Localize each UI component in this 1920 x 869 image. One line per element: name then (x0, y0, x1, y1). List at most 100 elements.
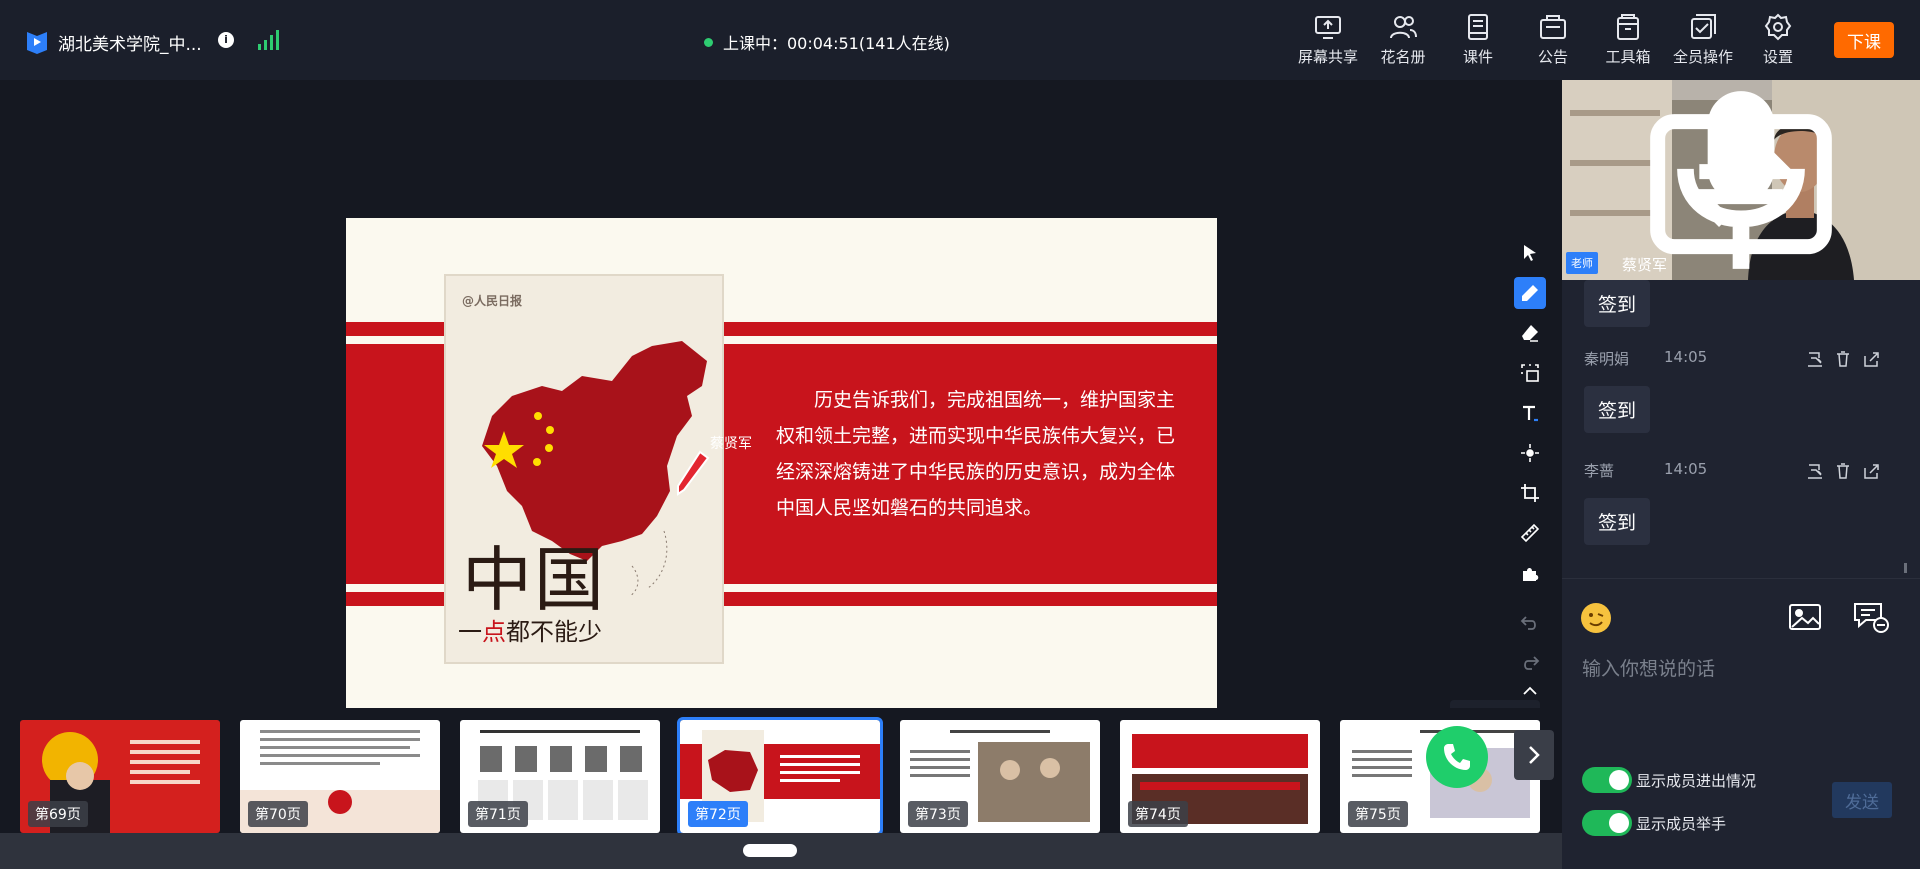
slide-thumbnail-active[interactable]: 第72页 (677, 717, 883, 836)
selection-crop-icon (1521, 364, 1539, 382)
slide-thumbnail-strip[interactable]: 第69页 第70页 第71页 第72页 第73页 第74页 第75页 (0, 708, 1562, 836)
pen-tool-button[interactable] (1514, 277, 1546, 309)
whiteboard-stage[interactable]: @人民日报 中国 一点都不能少 历史告诉我们，完成祖国统一，维护国家主权和领土完… (0, 80, 1562, 776)
chat-message-bubble: 签到 (1584, 498, 1651, 545)
redo-icon (1524, 656, 1540, 670)
share-icon[interactable] (1862, 462, 1880, 480)
current-slide: @人民日报 中国 一点都不能少 历史告诉我们，完成祖国统一，维护国家主权和领土完… (346, 218, 1217, 708)
chat-scrollbar[interactable] (1904, 563, 1907, 573)
plugin-tool-button[interactable] (1514, 557, 1546, 589)
all-members-icon (1691, 14, 1716, 39)
show-hand-raise-toggle[interactable] (1582, 810, 1632, 836)
slide-thumbnail[interactable]: 第74页 (1120, 720, 1320, 833)
bottom-bar (0, 833, 1562, 869)
eraser-tool-button[interactable] (1514, 317, 1546, 349)
chat-list[interactable]: 签到 秦明娟 14:05 签到 李蔷 14:05 签到 (1562, 280, 1920, 580)
laser-tool-button[interactable] (1514, 437, 1546, 469)
select-icon (1524, 245, 1536, 261)
annotation-toolbar (1510, 237, 1550, 707)
thumbnail-label: 第72页 (688, 801, 748, 827)
text-tool-button[interactable] (1514, 397, 1546, 429)
slide-body-text: 历史告诉我们，完成祖国统一，维护国家主权和领土完整，进而实现中华民族伟大复兴，已… (776, 389, 1176, 519)
ruler-tool-button[interactable] (1514, 517, 1546, 549)
thumbnail-label: 第69页 (28, 801, 88, 827)
slide-thumbnail[interactable]: 第71页 (460, 720, 660, 833)
slide-thumbnail[interactable]: 第73页 (900, 720, 1100, 833)
toggle-label-hand: 显示成员举手 (1636, 815, 1727, 833)
thumbnail-label: 第73页 (908, 801, 968, 827)
chevron-right-icon (1529, 746, 1540, 764)
trash-icon[interactable] (1834, 350, 1852, 368)
courseware-icon (1468, 14, 1488, 40)
chat-message-bubble: 签到 (1584, 280, 1651, 327)
chat-time: 14:05 (1664, 460, 1708, 478)
emoji-icon[interactable] (1580, 602, 1612, 634)
chat-sender-name: 李蔷 (1584, 462, 1615, 480)
select-tool-button[interactable] (1514, 237, 1546, 269)
send-button[interactable]: 发送 (1832, 782, 1892, 818)
class-title: 湖北美术学院_中... (58, 35, 202, 55)
show-member-join-toggle[interactable] (1582, 767, 1632, 793)
screen-share-icon (1315, 16, 1341, 39)
share-icon[interactable] (1862, 350, 1880, 368)
announcement-button[interactable]: 公告 (1518, 12, 1588, 72)
puzzle-icon (1523, 568, 1539, 581)
chat-divider (1562, 578, 1920, 579)
signal-strength-icon (258, 28, 282, 50)
poster-subtitle: 一点都不能少 (458, 618, 602, 646)
undo-icon (1520, 616, 1536, 630)
phone-icon (1444, 744, 1470, 770)
thumbnail-label: 第71页 (468, 801, 528, 827)
chat-actions (1806, 462, 1896, 480)
crop-tool-button[interactable] (1514, 477, 1546, 509)
teacher-video: 老师 蔡贤军 (1562, 80, 1920, 280)
toolbox-button[interactable]: 工具箱 (1593, 12, 1663, 72)
redo-button[interactable] (1514, 647, 1546, 679)
crop-icon (1521, 484, 1539, 502)
remote-cursor-label: 蔡贤军 (710, 436, 752, 452)
edit-icon[interactable] (1806, 462, 1824, 480)
chat-input[interactable] (1582, 654, 1902, 684)
thumbnail-label: 第74页 (1128, 801, 1188, 827)
chat-actions (1806, 350, 1896, 368)
roster-button[interactable]: 花名册 (1368, 12, 1438, 72)
area-select-tool-button[interactable] (1514, 357, 1546, 389)
slide-thumbnail[interactable]: 第70页 (240, 720, 440, 833)
chat-message-bubble: 签到 (1584, 386, 1651, 433)
drag-handle[interactable] (743, 844, 797, 857)
end-class-button[interactable]: 下课 (1834, 22, 1894, 58)
announcement-icon (1540, 15, 1566, 39)
poster-logo: @人民日报 (462, 294, 523, 308)
settings-button[interactable]: 设置 (1743, 12, 1813, 72)
top-bar: 湖北美术学院_中... i 上课中：00:04:51(141人在线) 屏幕共享 … (0, 0, 1920, 80)
screen-share-button[interactable]: 屏幕共享 (1293, 12, 1363, 72)
trash-icon[interactable] (1834, 462, 1852, 480)
toggle-label-join: 显示成员进出情况 (1636, 772, 1757, 790)
switch-camera-icon[interactable] (1562, 80, 1920, 280)
edit-icon[interactable] (1806, 350, 1824, 368)
chat-time: 14:05 (1664, 348, 1708, 366)
text-icon (1523, 405, 1538, 422)
mute-chat-icon[interactable] (1852, 600, 1890, 634)
thumbnail-next-button[interactable] (1514, 730, 1554, 780)
collapse-icon (1523, 686, 1537, 695)
app-logo-icon (27, 32, 47, 54)
slide-thumbnail[interactable]: 第69页 (20, 720, 220, 833)
gear-icon (1764, 13, 1792, 41)
class-status: 上课中：00:04:51(141人在线) (704, 30, 950, 54)
roster-icon (1390, 16, 1417, 39)
class-status-text: 上课中：00:04:51(141人在线) (723, 34, 950, 53)
thumbnail-label: 第70页 (248, 801, 308, 827)
image-icon[interactable] (1788, 602, 1822, 632)
thumbnail-label: 第75页 (1348, 801, 1408, 827)
live-dot-icon (704, 38, 713, 47)
chat-sender-name: 秦明娟 (1584, 350, 1630, 368)
laser-pointer-icon (1521, 444, 1539, 462)
undo-button[interactable] (1514, 607, 1546, 639)
courseware-button[interactable]: 课件 (1443, 12, 1513, 72)
info-icon[interactable]: i (218, 32, 234, 48)
toolbox-icon (1617, 14, 1639, 40)
ruler-icon (1520, 523, 1540, 543)
all-members-button[interactable]: 全员操作 (1668, 12, 1738, 72)
call-button[interactable] (1426, 726, 1488, 788)
